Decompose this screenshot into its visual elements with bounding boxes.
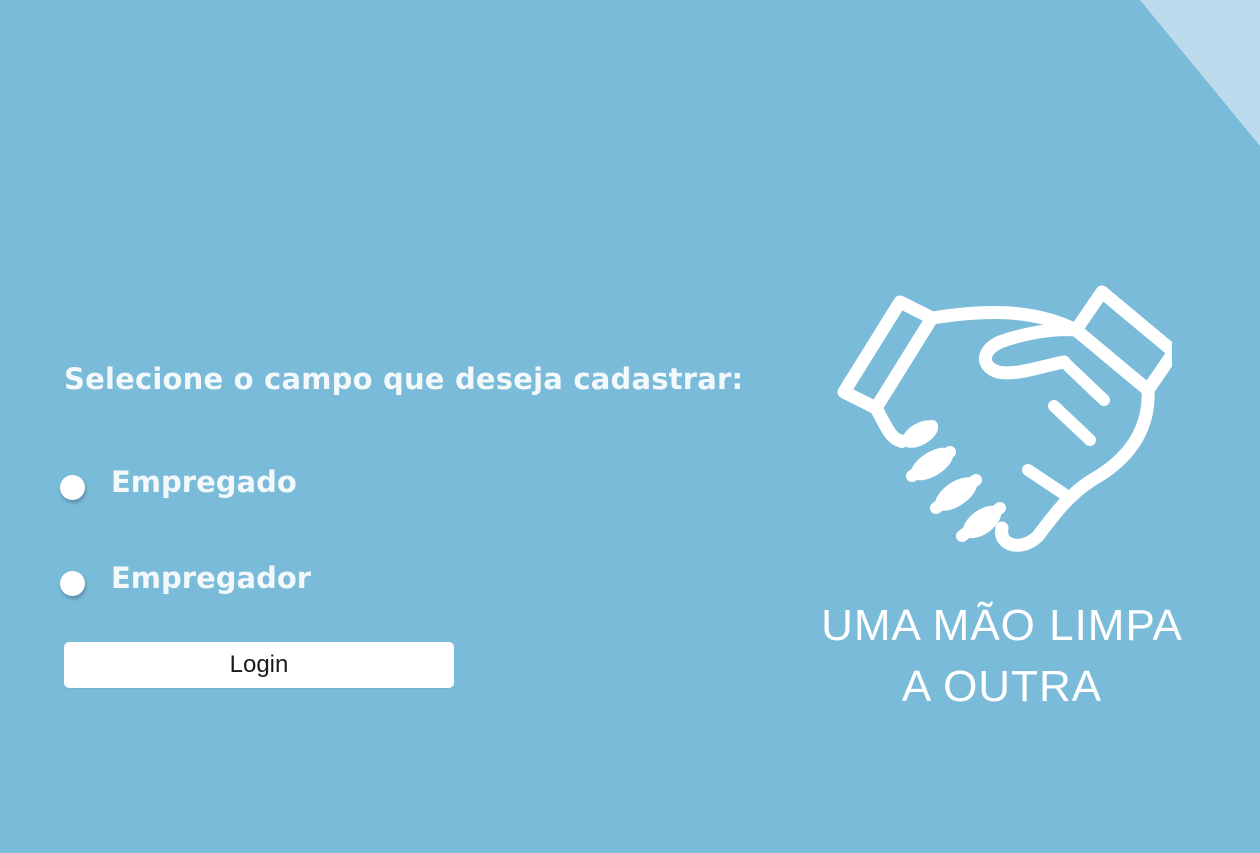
form-prompt: Selecione o campo que deseja cadastrar: xyxy=(64,362,744,396)
brand-logo: UMA MÃO LIMPA A OUTRA xyxy=(812,280,1192,710)
login-button[interactable]: Login xyxy=(64,642,454,688)
logo-text-line-2: A OUTRA xyxy=(901,662,1103,711)
handshake-icon xyxy=(837,285,1172,552)
option-empregado[interactable]: Empregado xyxy=(60,462,297,502)
option-empregador-label[interactable]: Empregador xyxy=(111,561,311,595)
option-empregador[interactable]: Empregador xyxy=(60,558,311,598)
logo-text-line-1: UMA MÃO LIMPA xyxy=(821,601,1183,650)
radio-empregado[interactable] xyxy=(60,474,85,500)
option-empregado-label[interactable]: Empregado xyxy=(111,465,297,499)
radio-empregador[interactable] xyxy=(60,570,85,596)
